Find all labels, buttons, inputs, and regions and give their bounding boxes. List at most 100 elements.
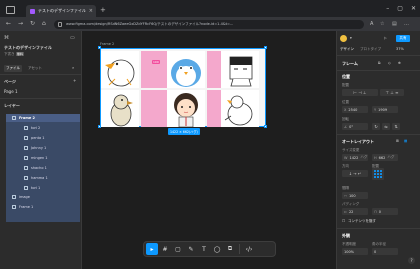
position-section: 位置	[342, 74, 350, 79]
divider	[336, 228, 420, 229]
boolean-icon[interactable]: ⊕	[398, 61, 401, 65]
layer-penta-1[interactable]: penta 1	[6, 134, 80, 142]
figma-menu-icon[interactable]: ⌘	[4, 35, 9, 41]
height-input[interactable]: H 662 ハグ	[372, 154, 398, 161]
avatar-menu-icon[interactable]: ▾	[350, 36, 352, 40]
layer-tori-2[interactable]: tori 2	[6, 124, 80, 132]
size-label: サイズ変更	[342, 148, 360, 152]
clip-content-checkbox[interactable]: ☐	[342, 219, 345, 223]
resize-handle-br[interactable]	[264, 125, 267, 128]
rotation-input[interactable]: ∠ 0°	[342, 123, 368, 130]
image-mingen-1[interactable]	[101, 90, 139, 127]
layers-header: レイヤー	[4, 103, 20, 108]
frame-label[interactable]: Frame 2	[100, 42, 114, 46]
forward-icon[interactable]: →	[18, 20, 23, 27]
layer-tori-1[interactable]: tori 1	[6, 184, 80, 192]
gap-label: 間隔	[342, 186, 349, 190]
new-tab-icon[interactable]: +	[100, 6, 106, 14]
browser-tab[interactable]: テストのデザインファイル – Figma ×	[26, 5, 96, 17]
url-field[interactable]: www.figma.com/design/RSdN6ZaeeGxDZdYFRcF…	[54, 20, 364, 29]
home-icon[interactable]: ⌂	[42, 20, 46, 27]
add-page-icon[interactable]: +	[73, 78, 76, 83]
move-tool-icon[interactable]: ▸	[146, 243, 158, 255]
layer-hamma-1[interactable]: hamma 1	[6, 174, 80, 182]
y-input[interactable]: Y 1909	[372, 106, 398, 113]
layer-johnny-1[interactable]: Johnny 1	[6, 144, 80, 152]
resize-handle-tl[interactable]	[98, 46, 101, 49]
reload-icon[interactable]: ↻	[30, 20, 35, 27]
frame-2[interactable]	[100, 48, 266, 127]
file-name[interactable]: テストのデザインファイル	[4, 45, 52, 51]
text-tool-icon[interactable]: T	[198, 243, 210, 255]
layer-frame-2[interactable]: Frame 2	[6, 114, 80, 122]
direction-toggle[interactable]: ↓ → ↵	[342, 170, 368, 177]
flip-h-icon[interactable]: ⇋	[382, 123, 390, 130]
rotate-icon[interactable]: ↻	[372, 123, 380, 130]
rotation-label: 回転	[342, 117, 349, 121]
file-draft-label: 下書き	[4, 52, 15, 56]
shape-tool-icon[interactable]: ▢	[172, 243, 184, 255]
vertical-align-group[interactable]: ⊤ ⊥ ≡	[380, 89, 404, 96]
flip-v-icon[interactable]: ⇅	[392, 123, 400, 130]
maximize-icon[interactable]: ▢	[397, 5, 403, 12]
collections-icon[interactable]: ▤	[392, 21, 397, 27]
gap-badge[interactable]: 100	[152, 60, 160, 64]
frame-tool-icon[interactable]: #	[159, 243, 171, 255]
read-aloud-icon[interactable]: A	[370, 21, 373, 27]
minimize-icon[interactable]: –	[386, 5, 389, 12]
width-input[interactable]: W 1422 ハグ	[342, 154, 368, 161]
favorite-icon[interactable]: ☆	[380, 21, 384, 27]
close-window-icon[interactable]: ✕	[411, 5, 416, 12]
layer-shacho-1[interactable]: shacho 1	[6, 164, 80, 172]
radius-input[interactable]: 0	[372, 248, 398, 255]
frame-options-icon[interactable]: ⧉	[378, 61, 381, 65]
opacity-input[interactable]: 100%	[342, 248, 368, 255]
page-item-1[interactable]: Page 1	[4, 89, 18, 94]
clip-content-label: コンテンツを隠す	[348, 219, 376, 223]
back-icon[interactable]: ←	[6, 20, 11, 27]
dev-mode-icon[interactable]: ‹/›	[243, 243, 255, 255]
resize-handle-tr[interactable]	[264, 46, 267, 49]
comment-tool-icon[interactable]: ◯	[211, 243, 223, 255]
panel-toggle-icon[interactable]: ▭	[70, 35, 75, 41]
autolayout-wrap-icon[interactable]: ▦	[404, 139, 407, 143]
layer-frame-1[interactable]: Frame 1	[6, 203, 80, 211]
layer-image[interactable]: image	[6, 193, 80, 201]
tab-file[interactable]: ファイル	[4, 65, 22, 72]
image-tori-2[interactable]	[101, 51, 139, 88]
avatar[interactable]	[340, 35, 347, 42]
tab-title: テストのデザインファイル – Figma	[38, 8, 86, 13]
autolayout-grid-icon[interactable]: ⊞	[396, 139, 399, 143]
gap-input[interactable]: ⇿ 100	[342, 192, 368, 199]
tab-design[interactable]: デザイン	[340, 47, 354, 52]
bottom-toolbar: ▸ # ▢ ✎ T ◯ ⧉ ‹/›	[143, 241, 276, 257]
hpadding-input[interactable]: ⊏ 22	[342, 208, 368, 215]
layer-mingen-1[interactable]: mingen 1	[6, 154, 80, 162]
vpadding-input[interactable]: ⊓ 0	[372, 208, 398, 215]
image-johnny-1[interactable]	[221, 51, 259, 88]
search-icon[interactable]: ⌕	[72, 65, 74, 70]
resources-tool-icon[interactable]: ⧉	[224, 243, 236, 255]
frame-section[interactable]: フレーム	[342, 61, 358, 67]
image-penta-1[interactable]	[167, 51, 205, 88]
sidebar-toggle-icon[interactable]	[6, 6, 15, 14]
alignment-grid[interactable]	[372, 168, 384, 180]
tab-assets[interactable]: アセット	[28, 65, 42, 72]
image-shacho-1[interactable]	[167, 90, 205, 127]
divider	[0, 74, 82, 75]
play-icon[interactable]: ▷	[384, 36, 387, 40]
radius-label: 角の半径	[372, 242, 386, 246]
tab-prototype[interactable]: プロトタイプ	[360, 47, 381, 52]
menu-icon[interactable]: …	[404, 21, 409, 27]
toolbar-divider	[239, 244, 240, 254]
pen-tool-icon[interactable]: ✎	[185, 243, 197, 255]
x-input[interactable]: X 2540	[342, 106, 368, 113]
zoom-level[interactable]: 37%	[396, 47, 404, 51]
horizontal-align-group[interactable]: ⊢ ⊣ ⊥	[342, 89, 378, 96]
component-icon[interactable]: ◇	[388, 61, 391, 65]
resize-handle-bl[interactable]	[98, 125, 101, 128]
image-hamma-1[interactable]	[221, 90, 259, 127]
close-tab-icon[interactable]: ×	[89, 8, 93, 14]
share-button[interactable]: 共有	[396, 35, 410, 42]
help-icon[interactable]: ?	[408, 257, 415, 264]
